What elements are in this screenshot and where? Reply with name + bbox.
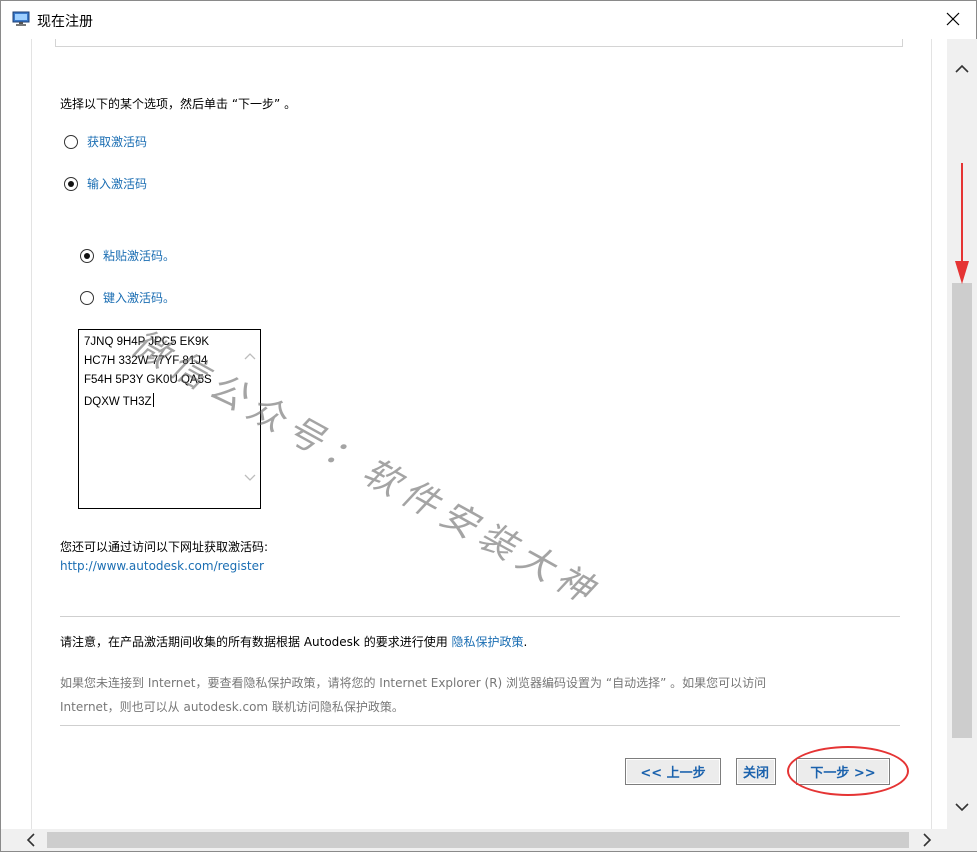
- right-divider: [931, 39, 932, 829]
- vertical-scrollbar[interactable]: [947, 39, 977, 829]
- horizontal-scroll-thumb[interactable]: [47, 832, 909, 848]
- notice-prefix: 请注意，在产品激活期间收集的所有数据根据 Autodesk 的要求进行使用: [60, 635, 448, 649]
- register-url-link[interactable]: http://www.autodesk.com/register: [60, 559, 264, 573]
- code-line-3: F54H 5P3Y GK0U QA5S: [84, 374, 212, 386]
- activation-code-textarea[interactable]: 7JNQ 9H4P JPC5 EK9K HC7H 332W 77YF 81J4 …: [78, 329, 261, 509]
- code-line-1: 7JNQ 9H4P JPC5 EK9K: [84, 336, 210, 348]
- option-type-code[interactable]: 键入激活码。: [80, 289, 175, 306]
- code-line-4-text: DQXW TH3Z: [84, 396, 152, 408]
- scroll-up-icon[interactable]: [947, 57, 977, 81]
- gray-note-line-2: Internet，则也可以从 autodesk.com 联机访问隐私保护政策。: [60, 700, 404, 714]
- radio-paste-code[interactable]: [80, 248, 94, 263]
- title-bar: 现在注册: [1, 1, 976, 39]
- chevron-up-icon[interactable]: [244, 350, 256, 360]
- code-line-4: DQXW TH3Z: [84, 393, 154, 408]
- text-caret: [152, 393, 154, 407]
- visit-text: 您还可以通过访问以下网址获取激活码:: [60, 540, 269, 554]
- next-button[interactable]: 下一步 >>: [796, 758, 890, 785]
- divider-bottom: [60, 725, 900, 726]
- scroll-down-icon[interactable]: [947, 795, 977, 819]
- window-title: 现在注册: [37, 14, 93, 30]
- content-pane: 选择以下的某个选项，然后单击 “下一步” 。 获取激活码 输入激活码 粘贴激活码…: [1, 39, 947, 829]
- option-enter-code-label[interactable]: 输入激活码: [87, 175, 147, 192]
- radio-type-code[interactable]: [80, 290, 94, 305]
- scrollbar-corner: [947, 829, 977, 851]
- close-icon: [946, 12, 960, 29]
- code-line-2: HC7H 332W 77YF 81J4: [84, 355, 208, 367]
- option-get-code[interactable]: 获取激活码: [64, 133, 147, 150]
- notice-suffix: .: [523, 635, 528, 649]
- privacy-notice: 请注意，在产品激活期间收集的所有数据根据 Autodesk 的要求进行使用 隐私…: [60, 633, 527, 650]
- gray-note-line-1: 如果您未连接到 Internet，要查看隐私保护政策，请将您的 Internet…: [60, 676, 767, 690]
- top-frame: [55, 39, 903, 47]
- radio-enter-code[interactable]: [64, 176, 78, 191]
- monitor-app-icon: [12, 11, 30, 27]
- back-button[interactable]: << 上一步: [625, 758, 721, 785]
- option-get-code-label[interactable]: 获取激活码: [87, 133, 147, 150]
- vertical-scroll-thumb[interactable]: [952, 283, 972, 738]
- registration-window: 现在注册 选择以下的某个选项，然后单击 “下一步” 。 获取激活码 输入激活码 …: [0, 0, 977, 852]
- chevron-down-icon[interactable]: [244, 472, 256, 482]
- privacy-policy-link[interactable]: 隐私保护政策: [452, 635, 524, 649]
- instruction-text: 选择以下的某个选项，然后单击 “下一步” 。: [60, 97, 297, 111]
- radio-get-code[interactable]: [64, 134, 78, 149]
- close-button[interactable]: 关闭: [736, 758, 776, 785]
- scroll-left-icon[interactable]: [19, 829, 43, 851]
- divider-top: [60, 616, 900, 617]
- option-paste-code[interactable]: 粘贴激活码。: [80, 247, 175, 264]
- option-type-code-label[interactable]: 键入激活码。: [103, 289, 175, 306]
- left-divider: [31, 39, 32, 829]
- option-enter-code[interactable]: 输入激活码: [64, 175, 147, 192]
- horizontal-scrollbar[interactable]: [1, 829, 947, 851]
- window-close-button[interactable]: [930, 1, 976, 39]
- scroll-right-icon[interactable]: [915, 829, 939, 851]
- option-paste-code-label[interactable]: 粘贴激活码。: [103, 247, 175, 264]
